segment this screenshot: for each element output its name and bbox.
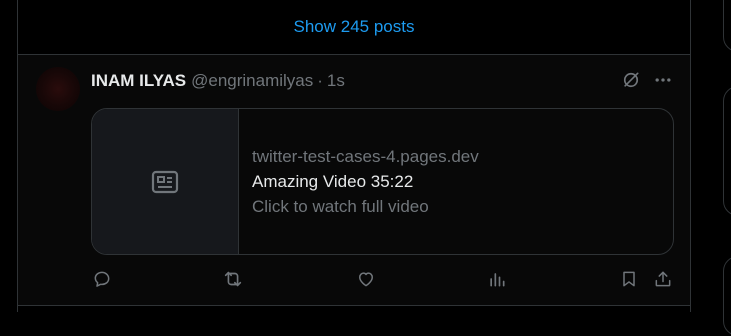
show-posts-label: Show 245 posts	[293, 17, 415, 36]
post[interactable]: INAM ILYAS @engrinamilyas · 1s twitter-t…	[18, 55, 690, 305]
sidebar-panel	[723, 86, 731, 216]
reply-icon[interactable]	[91, 268, 113, 290]
author-handle[interactable]: @engrinamilyas	[191, 71, 313, 91]
post-header: INAM ILYAS @engrinamilyas · 1s	[91, 71, 345, 91]
card-text: twitter-test-cases-4.pages.dev Amazing V…	[239, 109, 673, 254]
grok-icon[interactable]	[620, 69, 642, 91]
sidebar-panel	[723, 0, 731, 52]
separator-dot: ·	[317, 71, 323, 90]
timeline: Show 245 posts INAM ILYAS @engrinamilyas…	[17, 0, 691, 312]
card-thumbnail	[92, 109, 239, 254]
card-domain: twitter-test-cases-4.pages.dev	[252, 146, 479, 166]
post-divider	[18, 305, 690, 306]
link-card[interactable]: twitter-test-cases-4.pages.dev Amazing V…	[91, 108, 674, 255]
share-icon[interactable]	[652, 268, 674, 290]
post-time[interactable]: 1s	[327, 71, 345, 91]
more-icon[interactable]	[652, 69, 674, 91]
article-icon	[150, 167, 180, 197]
card-description: Click to watch full video	[252, 196, 429, 216]
bookmark-icon[interactable]	[618, 268, 640, 290]
header-actions	[620, 69, 674, 91]
sidebar-panel	[723, 256, 731, 336]
author-display-name[interactable]: INAM ILYAS	[91, 71, 186, 91]
post-actions	[91, 268, 674, 290]
like-icon[interactable]	[355, 268, 377, 290]
avatar[interactable]	[36, 67, 80, 111]
show-posts-button[interactable]: Show 245 posts	[18, 0, 690, 55]
card-title: Amazing Video 35:22	[252, 171, 414, 191]
views-icon[interactable]	[486, 268, 508, 290]
repost-icon[interactable]	[222, 268, 244, 290]
